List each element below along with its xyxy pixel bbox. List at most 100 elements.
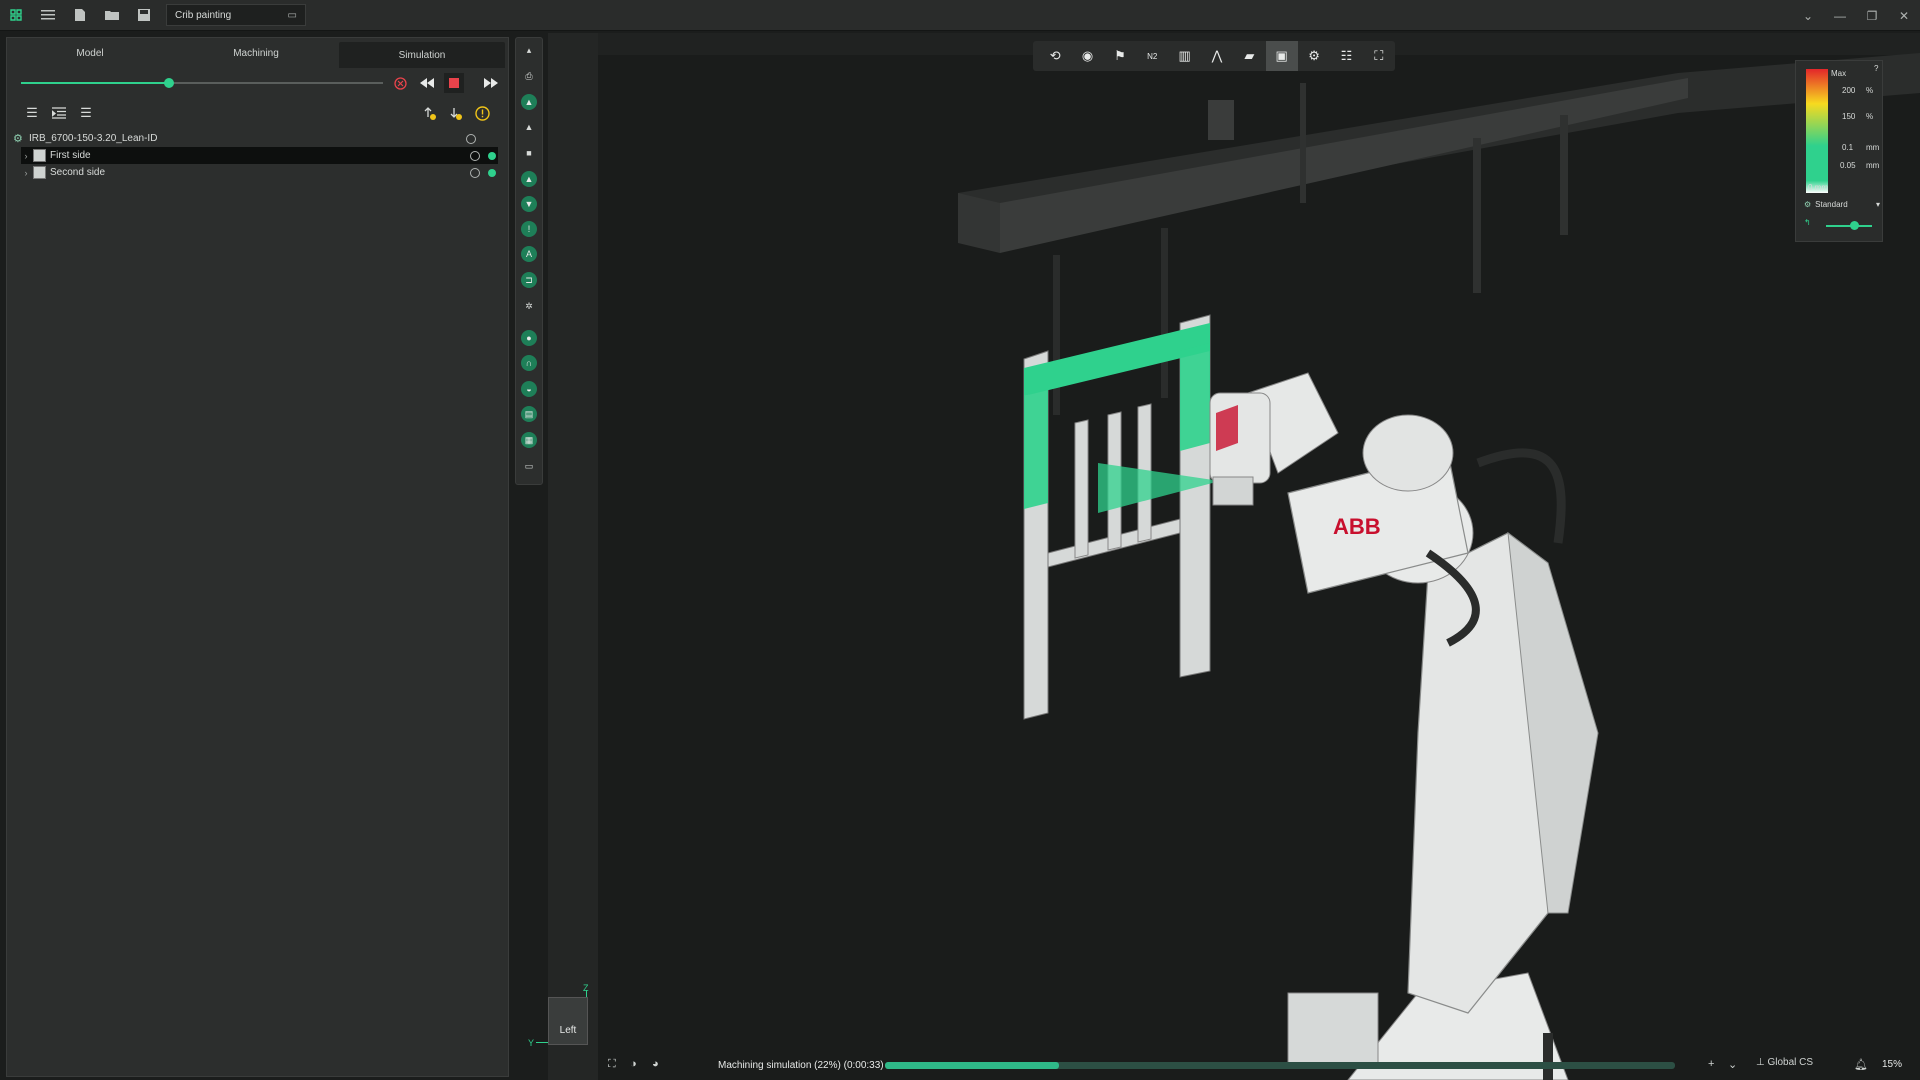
- add-operation-icon[interactable]: [421, 104, 439, 122]
- scroll-up-icon[interactable]: ▴: [521, 42, 537, 58]
- open-folder-icon[interactable]: [96, 0, 128, 31]
- drill-icon[interactable]: !: [521, 221, 537, 237]
- tab-machining[interactable]: Machining: [173, 38, 339, 68]
- chevron-down-icon[interactable]: ⌄: [1728, 1058, 1744, 1072]
- status-bar: ⛶ ◑ ◕ Machining simulation (22%) (0:00:3…: [548, 1052, 1920, 1078]
- save-icon[interactable]: [128, 0, 160, 31]
- simulation-progress-bar: [885, 1062, 1675, 1069]
- tree-item-label: Second side: [50, 167, 106, 178]
- hamburger-menu-icon[interactable]: [32, 0, 64, 31]
- visibility-icon[interactable]: [466, 133, 476, 144]
- robot-cell-icon[interactable]: A: [521, 246, 537, 262]
- measure-icon[interactable]: ⋀: [1201, 41, 1233, 71]
- surface-icon[interactable]: ◒: [521, 381, 537, 397]
- legend-preset-select[interactable]: ⚙ Standard ▾: [1804, 198, 1880, 211]
- legend-unit: %: [1866, 112, 1874, 121]
- legend-value[interactable]: 200: [1842, 86, 1855, 95]
- fast-forward-icon[interactable]: [483, 75, 499, 91]
- tree-root-robot[interactable]: ⚙ IRB_6700-150-3.20_Lean-ID: [7, 130, 508, 147]
- settings-icon[interactable]: ⚙: [1298, 41, 1330, 71]
- playback-slider-handle[interactable]: [164, 78, 175, 88]
- 3d-viewport[interactable]: ABB: [548, 33, 1920, 1080]
- indent-list-icon[interactable]: [50, 104, 68, 122]
- print-icon[interactable]: ⎙: [521, 68, 537, 84]
- view-cube-label: Left: [559, 1025, 577, 1036]
- visibility-icon[interactable]: [470, 167, 480, 178]
- project-settings-icon[interactable]: ▭: [288, 10, 297, 21]
- vertical-toolbar: ▴ ⎙ ▲ ▲ ■ ▲ ▼ ! A ⊐ ✲ ● ∩ ◒ ▤ ▦ ▭: [515, 37, 543, 485]
- tree-root-label: IRB_6700-150-3.20_Lean-ID: [29, 133, 158, 144]
- deviation-legend: Max ? 200 % 150 % 0.1 mm 0.05 mm 0 mm ⚙ …: [1795, 60, 1883, 242]
- project-name: Crib painting: [175, 9, 232, 21]
- coordinate-system-select[interactable]: ⊥ Global CS: [1756, 1057, 1813, 1068]
- settings-icon[interactable]: ✲: [521, 298, 537, 314]
- new-file-icon[interactable]: [64, 0, 96, 31]
- close-icon[interactable]: ✕: [1888, 9, 1920, 23]
- coordinate-system-label: Global CS: [1767, 1057, 1814, 1068]
- stock-icon[interactable]: ▲: [521, 119, 537, 135]
- shading-icon[interactable]: ◑: [630, 1058, 646, 1072]
- minimize-icon[interactable]: —: [1824, 9, 1856, 23]
- left-panel: Model Machining Simulation ☰ ☰ ⚙ IRB_670…: [6, 37, 509, 1077]
- chevron-down-icon[interactable]: ⌄: [1792, 9, 1824, 23]
- abb-robot[interactable]: ABB: [1209, 372, 1599, 1080]
- fullscreen-icon[interactable]: ⛶: [1363, 41, 1395, 71]
- legend-slider-handle[interactable]: [1850, 221, 1859, 230]
- deviation-view-icon[interactable]: ▣: [1265, 41, 1298, 71]
- add-icon[interactable]: +: [1708, 1058, 1724, 1072]
- playback-slider-track[interactable]: [21, 82, 383, 84]
- tool-icon[interactable]: ▼: [521, 196, 537, 212]
- crib-part[interactable]: [1023, 314, 1211, 720]
- grid-icon[interactable]: ▦: [521, 432, 537, 448]
- nc-code-icon[interactable]: N2: [1136, 41, 1168, 71]
- move-operation-icon[interactable]: [447, 104, 465, 122]
- holder-icon[interactable]: ⊐: [521, 272, 537, 288]
- tree-item-first-side[interactable]: › First side: [21, 147, 498, 164]
- notification-icon[interactable]: 🔔︎: [1854, 1058, 1870, 1072]
- tool-setup-icon[interactable]: ▲: [521, 94, 537, 110]
- legend-value[interactable]: 150: [1842, 112, 1855, 121]
- tab-simulation[interactable]: Simulation: [339, 42, 505, 68]
- stop-icon: [449, 78, 459, 88]
- restore-icon[interactable]: ❐: [1856, 9, 1888, 23]
- legend-zero-label: 0 mm: [1808, 183, 1828, 192]
- curve-icon[interactable]: ∩: [521, 355, 537, 371]
- view-cube[interactable]: Left: [548, 997, 588, 1045]
- legend-help-icon[interactable]: ?: [1874, 64, 1878, 73]
- warning-icon[interactable]: [473, 104, 491, 122]
- toolpath-icon[interactable]: ⚑: [1104, 41, 1136, 71]
- project-name-box[interactable]: Crib painting ▭: [166, 4, 306, 26]
- visibility-icon[interactable]: [470, 150, 480, 161]
- stock-view-icon[interactable]: ▰: [1233, 41, 1265, 71]
- app-logo-icon[interactable]: [0, 0, 32, 31]
- robot-icon: ⚙: [13, 132, 23, 145]
- tree-item-label: First side: [50, 150, 91, 161]
- camera-icon[interactable]: ◕: [652, 1058, 668, 1072]
- render-mode-icon[interactable]: ◉: [1071, 41, 1103, 71]
- expand-caret-icon[interactable]: ›: [21, 168, 31, 178]
- list-view-icon[interactable]: ☰: [23, 104, 41, 122]
- options-list-icon[interactable]: ☷: [1330, 41, 1362, 71]
- book-icon[interactable]: ▤: [521, 406, 537, 422]
- legend-value[interactable]: 0.1: [1842, 143, 1853, 152]
- legend-value[interactable]: 0.05: [1840, 161, 1856, 170]
- robot-scene: ABB: [548, 33, 1920, 1080]
- axis-y-label: Y: [528, 1038, 535, 1048]
- fit-view-icon[interactable]: ⛶: [608, 1058, 624, 1072]
- view-reset-icon[interactable]: ⟲: [1039, 41, 1071, 71]
- point-icon[interactable]: ●: [521, 330, 537, 346]
- report-icon[interactable]: ▭: [521, 458, 537, 474]
- detail-list-icon[interactable]: ☰: [77, 104, 95, 122]
- report-view-icon[interactable]: ▥: [1168, 41, 1200, 71]
- legend-slider-track[interactable]: [1826, 225, 1872, 227]
- rewind-icon[interactable]: [419, 75, 435, 91]
- tab-model[interactable]: Model: [7, 38, 173, 68]
- preset-icon: ⚙: [1804, 200, 1812, 209]
- simulation-status-text: Machining simulation (22%) (0:00:33): [718, 1059, 884, 1071]
- fixture-icon[interactable]: ▲: [521, 171, 537, 187]
- cancel-simulation-icon[interactable]: [392, 75, 408, 91]
- tree-item-second-side[interactable]: › Second side: [21, 164, 498, 181]
- stop-button[interactable]: [444, 73, 464, 93]
- part-icon[interactable]: ■: [521, 145, 537, 161]
- expand-caret-icon[interactable]: ›: [21, 151, 31, 161]
